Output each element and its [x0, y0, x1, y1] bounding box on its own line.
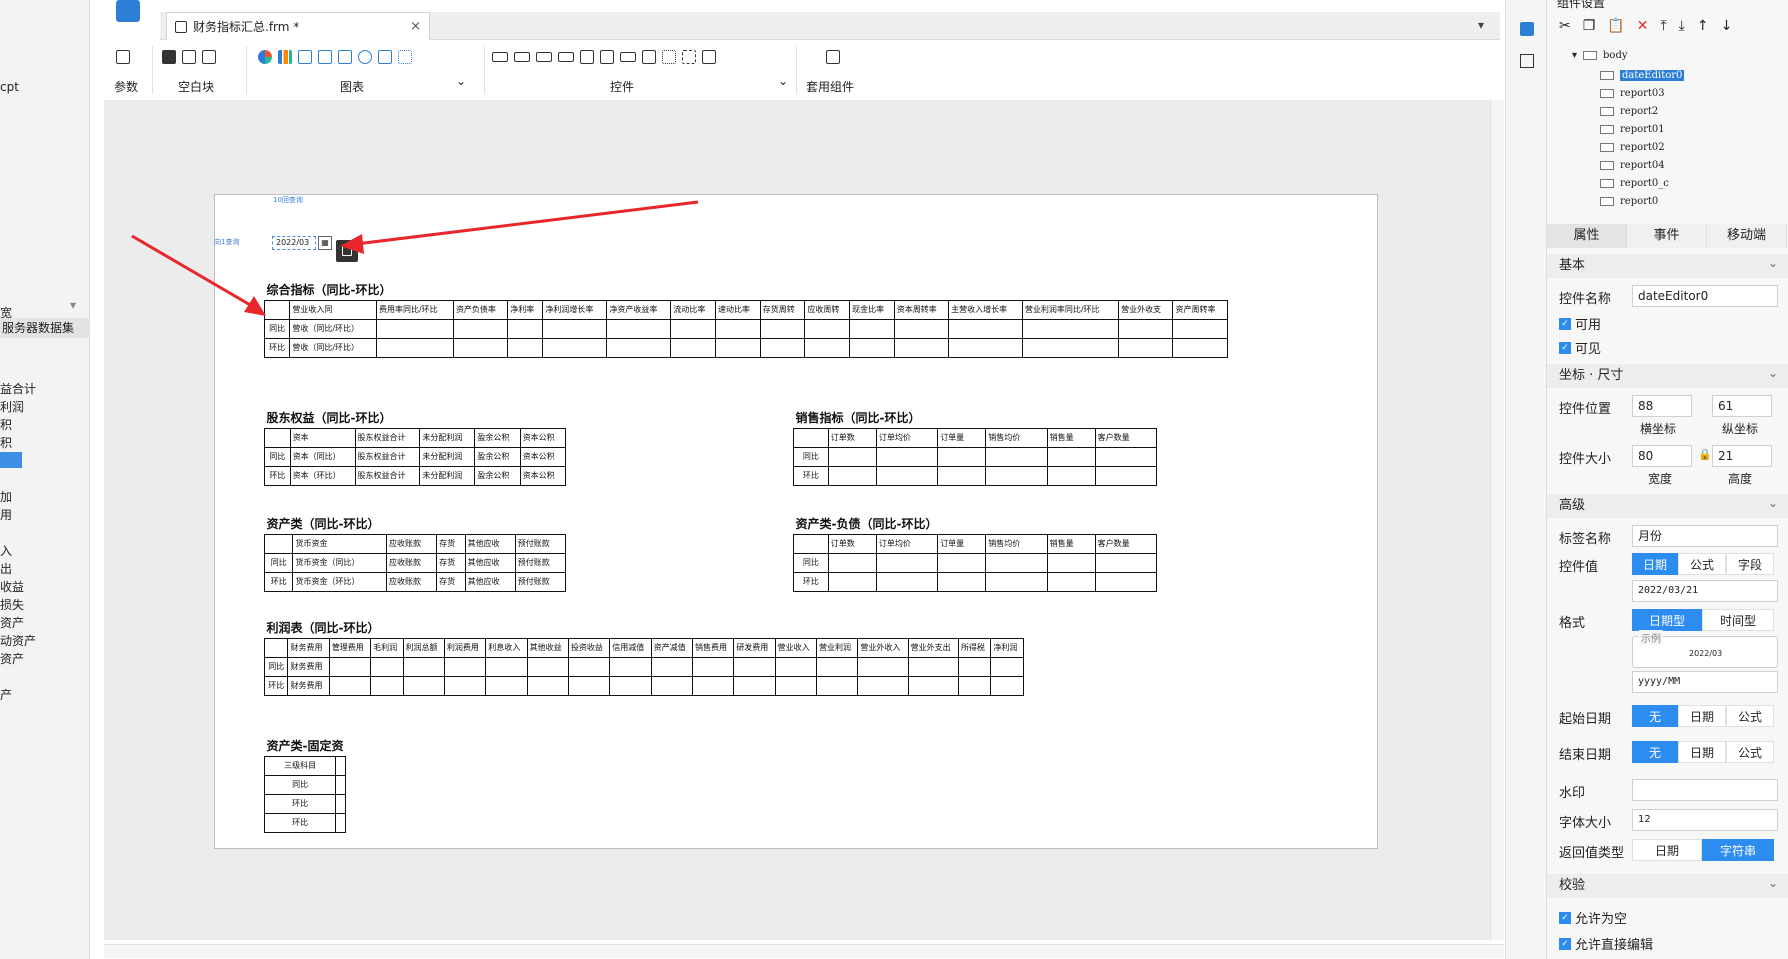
copy-icon[interactable]: ❐ — [1583, 18, 1596, 34]
value-label: 控件值 — [1559, 560, 1599, 575]
check-icon: ✓ — [1559, 317, 1571, 330]
tab-mobile[interactable]: 移动端 — [1707, 224, 1787, 248]
component-settings-icon[interactable] — [1520, 22, 1534, 36]
report-icon — [1600, 179, 1614, 188]
font-size-select[interactable]: 12 — [1632, 809, 1778, 831]
format-example-box: 示例 2022/03 — [1632, 630, 1778, 668]
move-up-icon[interactable]: ↑ — [1697, 18, 1709, 34]
width-caption: 宽度 — [1648, 472, 1673, 486]
start-date-label: 起始日期 — [1559, 712, 1612, 727]
allow-direct-edit-checkbox[interactable]: ✓ 允许直接编辑 — [1559, 934, 1653, 953]
end-date-selector: 无 日期 公式 — [1632, 741, 1774, 763]
height-caption: 高度 — [1728, 472, 1753, 486]
report-icon — [1600, 107, 1614, 116]
layout-icon[interactable] — [1520, 54, 1534, 68]
return-date[interactable]: 日期 — [1632, 839, 1702, 861]
enabled-checkbox[interactable]: ✓ 可用 — [1559, 314, 1601, 333]
watermark-input[interactable] — [1632, 779, 1778, 801]
side-strip — [1505, 0, 1547, 959]
check-icon: ✓ — [1559, 911, 1571, 924]
arrow-head-top — [340, 234, 364, 254]
visible-checkbox[interactable]: ✓ 可见 — [1559, 338, 1601, 357]
lock-icon[interactable]: 🔒 — [1698, 448, 1712, 461]
panel-toolbar: ✂ ❐ 📋 ✕ ⤒ ⤓ ↑ ↓ — [1559, 18, 1732, 34]
tree-item[interactable]: report01 — [1600, 124, 1665, 135]
section-basic[interactable]: 基本 — [1547, 251, 1788, 278]
cut-icon[interactable]: ✂ — [1559, 18, 1571, 34]
tree-item[interactable]: report0 — [1600, 196, 1658, 207]
return-type-selector: 日期 字符串 — [1632, 839, 1774, 861]
arrow-head-left — [244, 296, 266, 316]
section-geometry[interactable]: 坐标 · 尺寸 — [1547, 361, 1788, 388]
report-icon — [1600, 89, 1614, 98]
tree-item[interactable]: report03 — [1600, 88, 1665, 99]
value-mode-formula[interactable]: 公式 — [1678, 553, 1726, 575]
format-mode-time[interactable]: 时间型 — [1702, 609, 1774, 631]
value-mode-field[interactable]: 字段 — [1726, 553, 1774, 575]
x-caption: 横坐标 — [1640, 422, 1677, 436]
allow-empty-checkbox[interactable]: ✓ 允许为空 — [1559, 908, 1627, 927]
report-icon — [1600, 143, 1614, 152]
end-date[interactable]: 日期 — [1678, 741, 1726, 763]
start-none[interactable]: 无 — [1632, 705, 1678, 727]
x-input[interactable]: 88 — [1632, 395, 1692, 417]
format-mode-date[interactable]: 日期型 — [1632, 609, 1702, 631]
move-top-icon[interactable]: ⤒ — [1660, 18, 1666, 34]
position-label: 控件位置 — [1559, 402, 1612, 417]
tab-events[interactable]: 事件 — [1627, 224, 1707, 248]
width-input[interactable]: 80 — [1632, 445, 1692, 467]
watermark-label: 水印 — [1559, 786, 1586, 801]
format-mode-selector: 日期型 时间型 — [1632, 609, 1774, 631]
y-input[interactable]: 61 — [1712, 395, 1772, 417]
value-mode-selector: 日期 公式 字段 — [1632, 553, 1774, 575]
tree-item[interactable]: report02 — [1600, 142, 1665, 153]
move-down-icon[interactable]: ↓ — [1721, 18, 1733, 34]
body-icon — [1583, 51, 1598, 60]
value-mode-date[interactable]: 日期 — [1632, 553, 1678, 575]
pattern-input[interactable]: yyyy/MM — [1632, 671, 1778, 693]
end-none[interactable]: 无 — [1632, 741, 1678, 763]
check-icon: ✓ — [1559, 341, 1571, 354]
example-legend: 示例 — [1639, 630, 1663, 645]
tree-item[interactable]: dateEditor0 — [1600, 70, 1685, 81]
section-validate[interactable]: 校验 — [1547, 871, 1788, 898]
report-icon — [1600, 197, 1614, 206]
tree-expand-icon[interactable]: ▾ — [1572, 50, 1577, 61]
date-editor-icon — [1600, 71, 1614, 80]
tree-item[interactable]: report2 — [1600, 106, 1658, 117]
format-label: 格式 — [1559, 616, 1586, 631]
size-label: 控件大小 — [1559, 452, 1612, 467]
name-input[interactable]: dateEditor0 — [1632, 285, 1778, 307]
height-input[interactable]: 21 — [1712, 445, 1772, 467]
tag-label: 标签名称 — [1559, 532, 1612, 547]
start-date-selector: 无 日期 公式 — [1632, 705, 1774, 727]
y-caption: 纵坐标 — [1722, 422, 1759, 436]
report-icon — [1600, 125, 1614, 134]
font-size-label: 字体大小 — [1559, 816, 1612, 831]
arrow-line-left — [131, 234, 253, 308]
end-formula[interactable]: 公式 — [1726, 741, 1774, 763]
return-string[interactable]: 字符串 — [1702, 839, 1774, 861]
example-value: 2022/03 — [1689, 649, 1723, 658]
tree-root[interactable]: ▾ body — [1572, 50, 1628, 61]
arrow-line-top — [355, 200, 699, 246]
paste-icon[interactable]: 📋 — [1607, 18, 1624, 34]
tab-properties[interactable]: 属性 — [1547, 224, 1627, 248]
tag-input[interactable]: 月份 — [1632, 525, 1778, 547]
delete-icon[interactable]: ✕ — [1637, 18, 1649, 34]
tree-item[interactable]: report0_c — [1600, 178, 1669, 189]
end-date-label: 结束日期 — [1559, 748, 1612, 763]
tree-item[interactable]: report04 — [1600, 160, 1665, 171]
return-type-label: 返回值类型 — [1559, 846, 1625, 861]
check-icon: ✓ — [1559, 937, 1571, 950]
name-label: 控件名称 — [1559, 292, 1612, 307]
section-advanced[interactable]: 高级 — [1547, 491, 1788, 518]
report-icon — [1600, 161, 1614, 170]
move-bottom-icon[interactable]: ⤓ — [1679, 18, 1685, 34]
value-date-input[interactable]: 2022/03/21 — [1632, 580, 1778, 602]
start-date[interactable]: 日期 — [1678, 705, 1726, 727]
panel-title: 组件设置 — [1557, 0, 1606, 10]
start-formula[interactable]: 公式 — [1726, 705, 1774, 727]
